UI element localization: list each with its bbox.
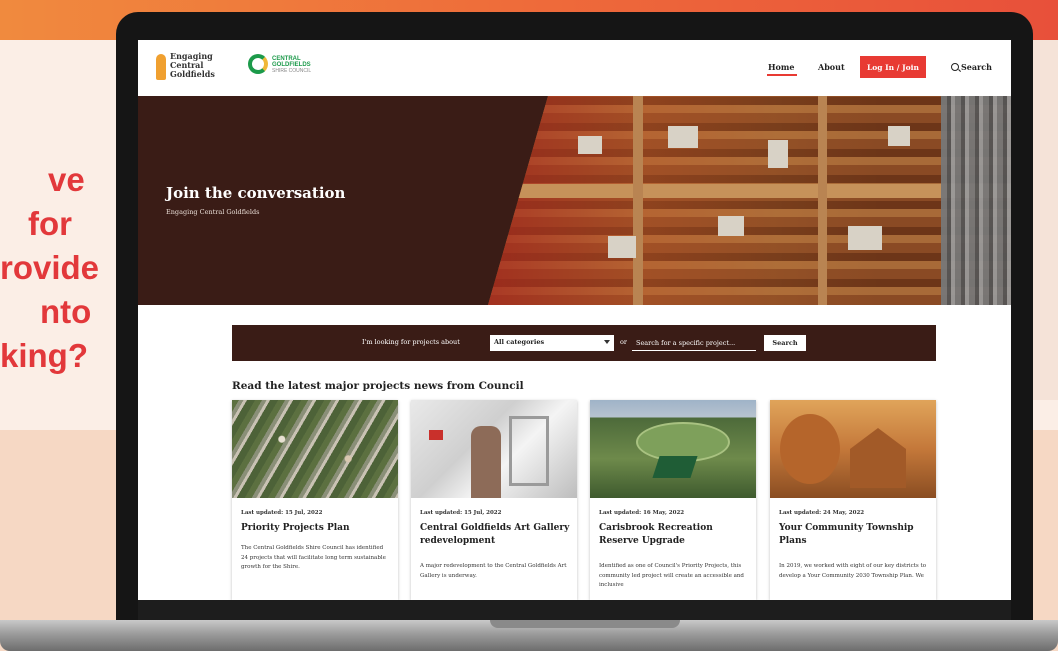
project-search-bar: I'm looking for projects about All categ… (232, 325, 936, 361)
login-join-button[interactable]: Log In / Join (860, 56, 926, 78)
card-body: A major redevelopment to the Central Gol… (420, 563, 567, 579)
card-title[interactable]: Carisbrook Recreation Reserve Upgrade (599, 522, 749, 548)
search-icon (951, 63, 959, 71)
category-select-value: All categories (494, 338, 545, 346)
project-cards: Last updated: 15 Jul, 2022 Priority Proj… (232, 400, 936, 600)
card-date: Last updated: 24 May, 2022 (779, 510, 865, 516)
site-header: Engaging Central Goldfields CENTRAL GOLD… (138, 40, 1011, 96)
card-date: Last updated: 15 Jul, 2022 (420, 510, 502, 516)
category-select[interactable]: All categories (490, 335, 614, 351)
engaging-central-goldfields-logo[interactable]: Engaging Central Goldfields (156, 50, 236, 88)
card-image (232, 400, 398, 498)
chevron-down-icon (604, 340, 610, 344)
card-body: Identified as one of Council's Priority … (599, 563, 744, 588)
card-date: Last updated: 16 May, 2022 (599, 510, 685, 516)
project-card[interactable]: Last updated: 16 May, 2022 Carisbrook Re… (590, 400, 756, 600)
news-heading: Read the latest major projects news from… (232, 380, 524, 392)
nav-search-link[interactable]: Search (951, 62, 992, 72)
project-card[interactable]: Last updated: 24 May, 2022 Your Communit… (770, 400, 936, 600)
card-title[interactable]: Your Community Township Plans (779, 522, 929, 548)
aerial-town-image (488, 96, 1011, 305)
card-date: Last updated: 15 Jul, 2022 (241, 510, 323, 516)
laptop-chin (138, 600, 1011, 622)
laptop-notch (490, 620, 680, 628)
card-image (770, 400, 936, 498)
nav-active-underline (767, 74, 797, 76)
logo-text-line: Goldfields (170, 69, 215, 79)
search-button[interactable]: Search (764, 335, 806, 351)
council-swoosh-icon (248, 54, 268, 74)
nav-about-link[interactable]: About (818, 62, 845, 72)
logo-text-line: SHIRE COUNCIL (272, 68, 312, 74)
card-body: In 2019, we worked with eight of our key… (779, 563, 927, 579)
logo-mark-icon (156, 54, 166, 80)
search-bar-or: or (620, 338, 628, 346)
card-title[interactable]: Priority Projects Plan (241, 522, 391, 535)
council-logo[interactable]: CENTRAL GOLDFIELDS SHIRE COUNCIL (248, 54, 348, 76)
hero-title: Join the conversation (166, 184, 346, 202)
project-card[interactable]: Last updated: 15 Jul, 2022 Priority Proj… (232, 400, 398, 600)
project-card[interactable]: Last updated: 15 Jul, 2022 Central Goldf… (411, 400, 577, 600)
hero-banner: Join the conversation Engaging Central G… (138, 96, 1011, 305)
card-image (590, 400, 756, 498)
card-title[interactable]: Central Goldfields Art Gallery redevelop… (420, 522, 570, 548)
project-search-input[interactable] (632, 335, 756, 351)
hero-subtitle: Engaging Central Goldfields (166, 208, 260, 216)
nav-search-label: Search (961, 62, 992, 72)
search-bar-label: I'm looking for projects about (362, 338, 460, 346)
card-image (411, 400, 577, 498)
nav-home-link[interactable]: Home (768, 62, 794, 72)
browser-screen: Engaging Central Goldfields CENTRAL GOLD… (138, 40, 1011, 600)
card-body: The Central Goldfields Shire Council has… (241, 545, 386, 570)
